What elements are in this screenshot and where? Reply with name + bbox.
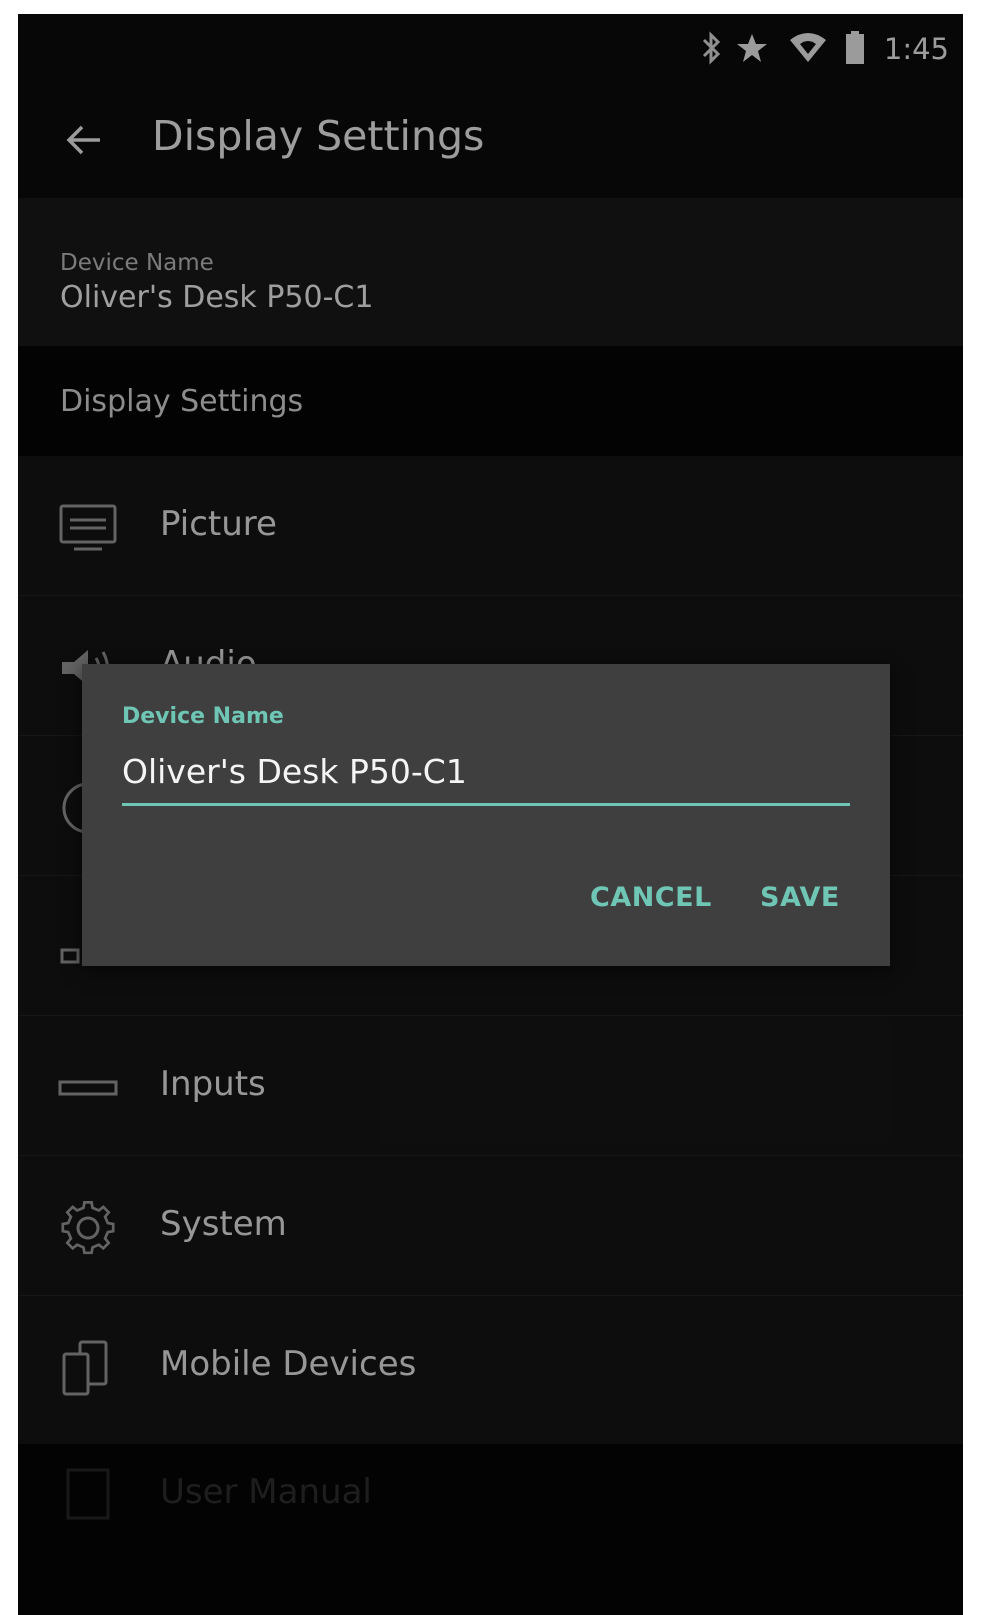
rename-dialog: Device Name CANCEL SAVE: [82, 664, 890, 966]
save-button[interactable]: SAVE: [760, 882, 840, 913]
phone-screen: 1:45 Display Settings Device Name Oliver…: [18, 14, 963, 1615]
device-name-input[interactable]: [122, 746, 850, 806]
dialog-field-label: Device Name: [122, 704, 284, 729]
cancel-button[interactable]: CANCEL: [590, 882, 712, 913]
